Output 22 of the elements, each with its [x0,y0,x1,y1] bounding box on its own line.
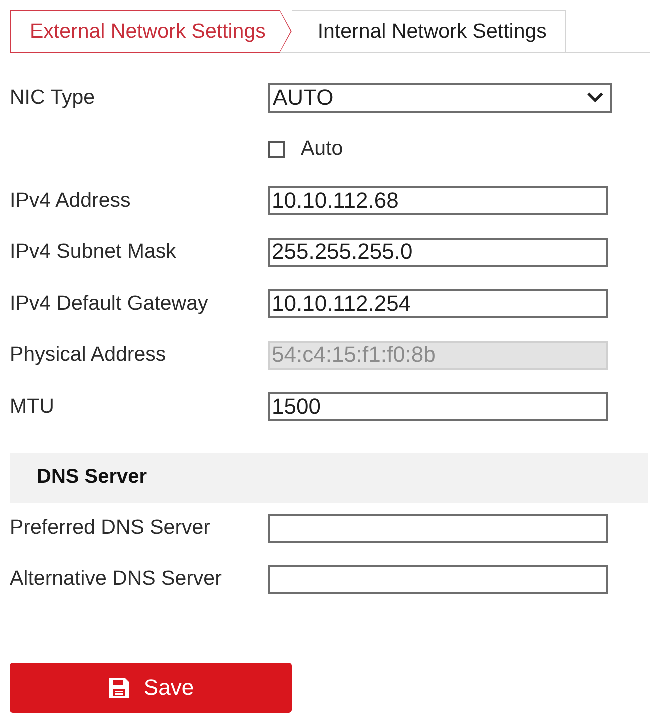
tab[interactable]: External Network Settings [10,10,292,53]
text-field[interactable]: 10.10.112.254 [268,289,608,318]
field-label: Physical Address [10,343,168,368]
field-label: IPv4 Default Gateway [10,292,210,316]
text-field[interactable] [268,564,608,594]
save-button[interactable]: Save [10,662,292,712]
field-label: Alternative DNS Server [10,567,223,591]
tab[interactable]: Internal Network Settings [292,10,566,52]
field-label: Preferred DNS Server [10,516,212,540]
text-field[interactable] [268,514,608,542]
checkbox-label[interactable]: Auto [301,137,344,162]
dropdown[interactable]: AUTO [268,82,612,113]
text-field[interactable]: 255.255.255.0 [268,238,608,267]
field-label: IPv4 Subnet Mask [10,240,178,264]
chevron-down-icon [587,92,604,104]
text-field[interactable]: 1500 [268,392,608,422]
checkbox[interactable] [268,140,285,158]
text-field[interactable]: 10.10.112.68 [268,186,608,216]
field-label: IPv4 Address [10,188,132,213]
section-header: DNS Server [10,452,648,502]
field-label: NIC Type [10,86,96,110]
field-label: MTU [10,394,56,419]
